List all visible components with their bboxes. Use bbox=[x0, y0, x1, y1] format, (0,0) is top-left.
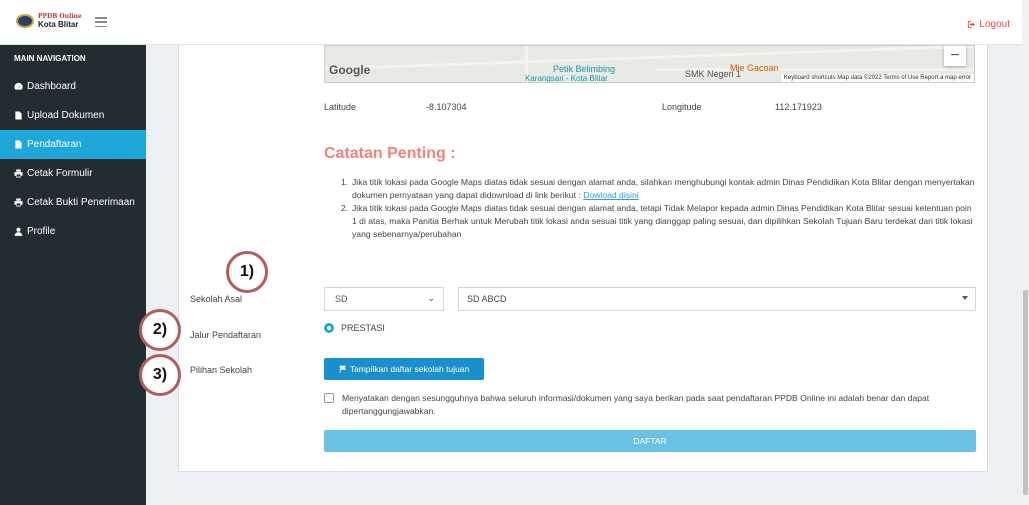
agreement-text: Menyatakan dengan sesungguhnya bahwa sel… bbox=[342, 393, 930, 416]
map-poi-petik-belimbing[interactable]: Petik Belimbing bbox=[553, 64, 615, 74]
notes-title: Catatan Penting : bbox=[324, 145, 456, 162]
file-icon bbox=[15, 140, 22, 149]
sidebar-item-cetak-bukti-penerimaan[interactable]: Cetak Bukti Penerimaan bbox=[0, 188, 146, 217]
sidebar-item-cetak-formulir[interactable]: Cetak Formulir bbox=[0, 159, 146, 188]
sekolah-asal-label: Sekolah Asal bbox=[190, 294, 243, 304]
google-logo: Google bbox=[329, 63, 371, 77]
radio-selected-icon[interactable] bbox=[324, 323, 334, 333]
sidebar-item-profile[interactable]: Profile bbox=[0, 217, 146, 246]
google-map[interactable]: Google Mie Gacoan Petik Belimbing Karang… bbox=[324, 45, 975, 83]
notes-list: 1. Jika titik lokasi pada Google Maps di… bbox=[341, 176, 977, 241]
longitude-label: Longitude bbox=[662, 102, 702, 112]
flag-icon bbox=[339, 365, 346, 373]
menu-toggle-icon[interactable] bbox=[95, 17, 107, 27]
annotation-marker-2: 2) bbox=[139, 309, 181, 351]
annotation-marker-1: 1) bbox=[226, 251, 268, 293]
daftar-button[interactable]: DAFTAR bbox=[324, 430, 976, 452]
sidebar-item-pendaftaran[interactable]: Pendaftaran bbox=[0, 130, 146, 159]
jalur-pendaftaran-label: Jalur Pendaftaran bbox=[190, 330, 262, 340]
jenjang-select[interactable]: SD ⌄ bbox=[324, 287, 444, 311]
latitude-value: -8.107304 bbox=[426, 102, 467, 112]
sidebar: MAIN NAVIGATION Dashboard Upload Dokumen… bbox=[0, 45, 146, 505]
app-logo[interactable]: PPDB Online Kota Blitar bbox=[16, 13, 82, 29]
map-attribution[interactable]: Keyboard shortcuts Map data ©2022 Terms … bbox=[780, 74, 974, 82]
longitude-value: 112.171923 bbox=[775, 102, 822, 112]
sign-out-icon bbox=[968, 20, 976, 29]
map-zoom-out-button[interactable]: − bbox=[944, 46, 966, 66]
logo-emblem-icon bbox=[16, 14, 34, 28]
agreement-row: Menyatakan dengan sesungguhnya bahwa sel… bbox=[324, 392, 976, 418]
nav-heading: MAIN NAVIGATION bbox=[14, 54, 86, 63]
map-poi-smk-negeri[interactable]: SMK Negeri 1 bbox=[685, 69, 741, 79]
file-icon bbox=[15, 111, 22, 120]
agreement-checkbox[interactable] bbox=[324, 393, 334, 403]
logout-label: Logout bbox=[979, 19, 1010, 30]
sidebar-item-upload-dokumen[interactable]: Upload Dokumen bbox=[0, 101, 146, 130]
dashboard-icon bbox=[14, 82, 23, 90]
sekolah-asal-select[interactable]: SD ABCD bbox=[458, 287, 976, 311]
show-school-list-button[interactable]: Tampilkan daftar sekolah tujuan bbox=[324, 358, 484, 380]
latitude-label: Latitude bbox=[324, 102, 357, 112]
note-item-2: 2. Jika titik lokasi pada Google Maps di… bbox=[341, 203, 973, 239]
note-item-1: 1. Jika titik lokasi pada Google Maps di… bbox=[341, 177, 975, 200]
sidebar-item-dashboard[interactable]: Dashboard bbox=[0, 72, 146, 101]
print-icon bbox=[14, 169, 23, 178]
download-link[interactable]: Dowload disini bbox=[583, 190, 638, 200]
caret-down-icon bbox=[962, 296, 968, 300]
jalur-prestasi-radio[interactable]: PRESTASI bbox=[324, 323, 385, 333]
logo-line2: Kota Blitar bbox=[38, 20, 79, 29]
logout-link[interactable]: Logout bbox=[967, 19, 1010, 30]
annotation-marker-3: 3) bbox=[139, 354, 181, 396]
page-scrollbar-thumb[interactable] bbox=[1023, 290, 1028, 495]
chevron-down-icon: ⌄ bbox=[427, 293, 435, 303]
pilihan-sekolah-label: Pilihan Sekolah bbox=[190, 365, 253, 375]
print-icon bbox=[14, 198, 23, 207]
top-header: PPDB Online Kota Blitar Logout bbox=[0, 0, 1022, 45]
user-icon bbox=[14, 227, 23, 236]
map-poi-karangsari: Karangsari - Kota Blitar bbox=[525, 74, 608, 83]
